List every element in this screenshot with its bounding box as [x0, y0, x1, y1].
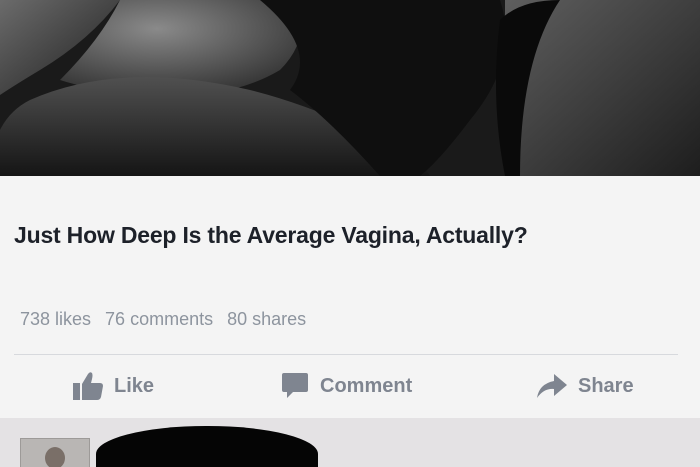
- action-bar: Like Comment Share: [0, 366, 700, 406]
- avatar-head-shape: [45, 447, 65, 467]
- link-preview-image[interactable]: [0, 0, 700, 176]
- speech-bubble-icon: [280, 371, 310, 401]
- actions-divider: [14, 354, 678, 355]
- share-button[interactable]: Share: [536, 366, 634, 406]
- comment-button[interactable]: Comment: [280, 366, 412, 406]
- like-label: Like: [114, 374, 155, 397]
- avatar[interactable]: [20, 438, 90, 467]
- thumbs-up-icon: [72, 371, 104, 401]
- share-label: Share: [578, 374, 634, 397]
- shares-count[interactable]: 80 shares: [227, 309, 306, 329]
- post-headline[interactable]: Just How Deep Is the Average Vagina, Act…: [14, 220, 674, 250]
- engagement-counts: 738 likes 76 comments 80 shares: [20, 309, 318, 330]
- facebook-post: Just How Deep Is the Average Vagina, Act…: [0, 0, 700, 467]
- preview-photo: [0, 0, 700, 176]
- comment-label: Comment: [320, 374, 413, 397]
- comments-count[interactable]: 76 comments: [105, 309, 213, 329]
- likes-count[interactable]: 738 likes: [20, 309, 91, 329]
- share-arrow-icon: [536, 372, 568, 400]
- like-button[interactable]: Like: [72, 366, 154, 406]
